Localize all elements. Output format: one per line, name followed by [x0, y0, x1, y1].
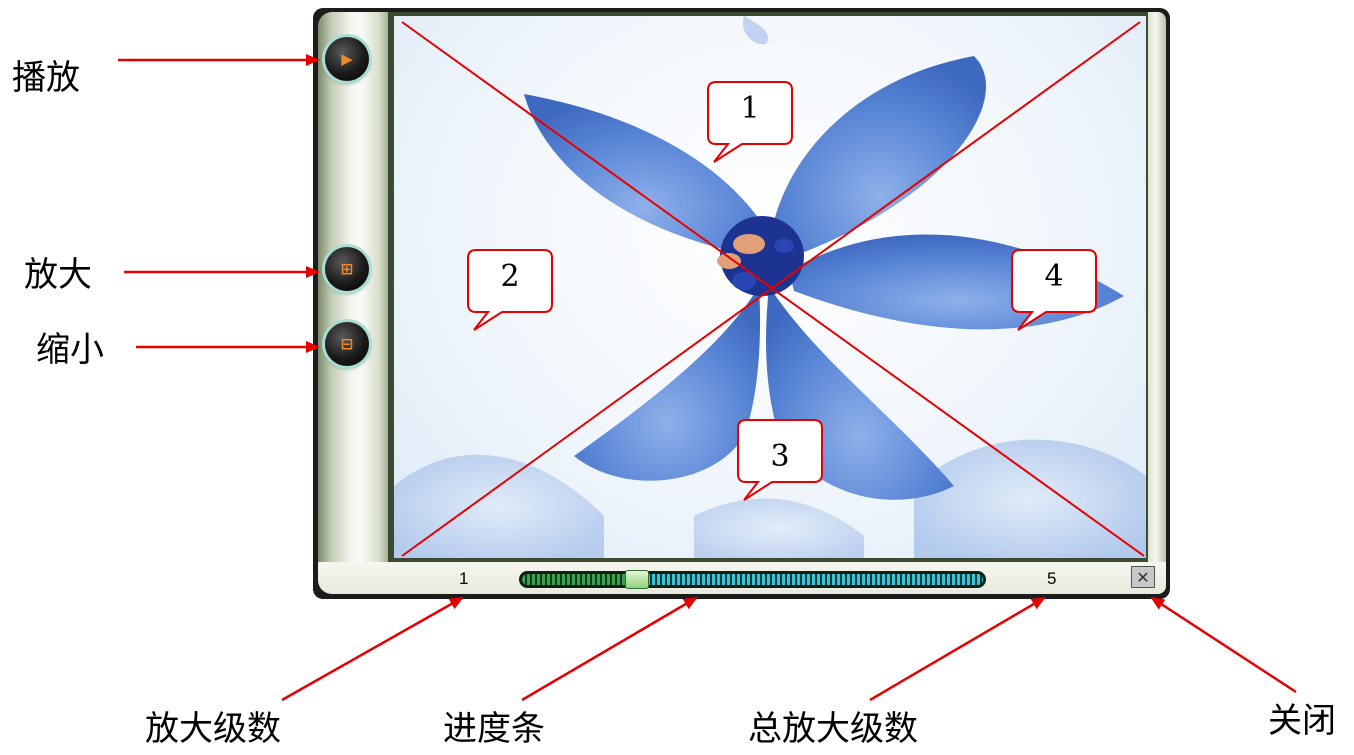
close-icon: ✕ [1136, 567, 1150, 587]
arrow-zoom-level [281, 596, 464, 702]
label-zoom-out: 缩小 [36, 330, 104, 370]
arrow-close [1150, 596, 1297, 694]
arrow-progress-bar [521, 596, 698, 702]
label-close: 关闭 [1268, 701, 1336, 741]
label-total-zoom-levels: 总放大级数 [748, 709, 918, 749]
play-button[interactable]: ▶ [325, 37, 369, 81]
zoom-in-button[interactable]: ⊞ [325, 247, 369, 291]
zoom-out-button[interactable]: ⊟ [325, 322, 369, 366]
current-zoom-level: 1 [459, 569, 469, 588]
viewer-right-edge [1146, 12, 1166, 564]
total-zoom-levels: 5 [1047, 569, 1057, 588]
callout-4-text: 4 [1044, 259, 1064, 294]
callout-1-text: 1 [740, 91, 760, 126]
callout-1: 1 [706, 80, 794, 163]
callout-3: 3 [736, 418, 824, 501]
close-button[interactable]: ✕ [1131, 566, 1155, 588]
progress-thumb[interactable] [625, 570, 649, 589]
label-zoom-in: 放大 [24, 255, 92, 295]
arrow-total-zoom-levels [869, 596, 1046, 702]
progress-fill [522, 574, 637, 585]
zoom-out-icon: ⊟ [340, 334, 354, 353]
label-progress-bar: 进度条 [443, 709, 545, 749]
callout-2-text: 2 [500, 259, 520, 294]
viewer-sidebar [318, 12, 390, 594]
callout-3-text: 3 [770, 439, 790, 474]
callout-4: 4 [1010, 248, 1098, 331]
zoom-in-icon: ⊞ [340, 259, 354, 278]
label-zoom-level: 放大级数 [145, 709, 281, 749]
progress-remaining [637, 574, 983, 585]
label-play: 播放 [12, 58, 80, 98]
zoom-progress-bar[interactable] [519, 570, 986, 589]
play-icon: ▶ [341, 49, 353, 68]
callout-2: 2 [466, 248, 554, 331]
